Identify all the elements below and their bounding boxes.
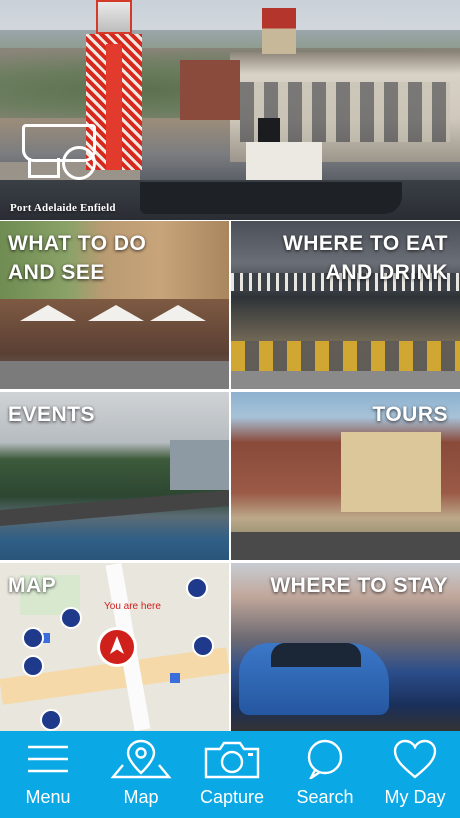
tile-photo-pavement (0, 361, 229, 389)
tab-map[interactable]: Map (95, 731, 187, 818)
tile-photo-building (170, 440, 229, 490)
tab-my-day[interactable]: My Day (369, 731, 460, 818)
bottom-tab-bar: Menu Map Capture Search My Day (0, 731, 460, 818)
tab-capture[interactable]: Capture (186, 731, 278, 818)
tab-label: My Day (384, 787, 446, 807)
tile-photo-heritage-building (341, 432, 441, 512)
current-location-icon (97, 627, 137, 667)
restaurant-poi-icon (192, 635, 214, 657)
lighthouse-lantern (96, 0, 132, 34)
tile-photo-floor (231, 371, 460, 389)
tile-where-to-stay[interactable]: WHERE TO STAY (231, 563, 460, 731)
brand-name: Port Adelaide Enfield (10, 202, 116, 214)
tab-menu[interactable]: Menu (2, 731, 94, 818)
hamburger-menu-icon (28, 745, 68, 773)
you-are-here-label: You are here (104, 601, 161, 612)
tab-label: Menu (25, 787, 71, 807)
tile-label: TOURS (372, 403, 448, 426)
restaurant-poi-icon (60, 607, 82, 629)
map-marker-square (170, 673, 180, 683)
map-pin-icon (110, 739, 172, 779)
heart-icon (393, 739, 437, 779)
council-logo (22, 118, 104, 190)
tile-label: MAP (8, 574, 57, 597)
hero-brick-building (180, 60, 240, 120)
tile-photo-boardwalk (0, 489, 229, 527)
category-grid: WHAT TO DO AND SEE WHERE TO EAT AND DRIN… (0, 221, 460, 731)
tile-label: EVENTS (8, 403, 96, 426)
tile-photo-windscreen (271, 643, 361, 667)
home-poi-icon (40, 709, 62, 731)
tab-label: Capture (199, 787, 265, 807)
tile-label: WHERE TO STAY (270, 574, 448, 597)
hero-tugboat-hull (140, 182, 402, 214)
tab-search[interactable]: Search (279, 731, 371, 818)
accessible-poi-icon (22, 655, 44, 677)
logo-wheel-shape (62, 146, 96, 180)
tile-tours[interactable]: TOURS (231, 392, 460, 560)
tile-label: WHAT TO DO AND SEE (8, 232, 147, 284)
hero-banner: Port Adelaide Enfield (0, 0, 460, 220)
hero-red-tower (262, 8, 296, 54)
logo-body-shape (28, 158, 60, 178)
camera-icon (204, 741, 260, 779)
toilets-poi-icon (22, 627, 44, 649)
tile-photo-chairs (231, 341, 460, 371)
tab-label: Map (123, 787, 159, 807)
tile-label: WHERE TO EAT AND DRINK (282, 232, 448, 284)
tile-where-to-eat[interactable]: WHERE TO EAT AND DRINK (231, 221, 460, 389)
tile-photo-road (231, 532, 460, 560)
home-poi-icon (186, 577, 208, 599)
tile-map[interactable]: You are here MAP (0, 563, 229, 731)
search-bubble-icon (307, 739, 343, 779)
tab-label: Search (296, 787, 354, 807)
tile-events[interactable]: EVENTS (0, 392, 229, 560)
tile-what-to-do[interactable]: WHAT TO DO AND SEE (0, 221, 229, 389)
